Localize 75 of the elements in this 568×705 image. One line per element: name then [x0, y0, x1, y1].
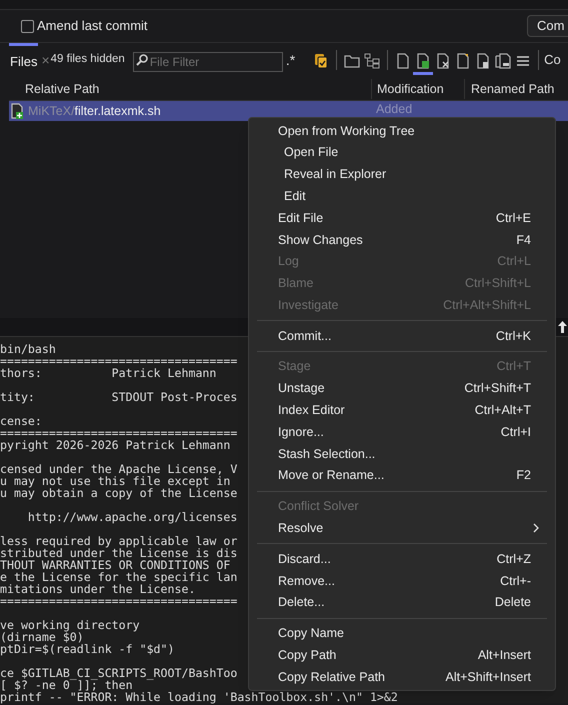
- shortcut-label: Ctrl+L: [497, 253, 531, 270]
- column-header[interactable]: Modification: [371, 78, 464, 98]
- menu-item[interactable]: Delete... Delete: [249, 592, 555, 614]
- code-line: censed under the Apache License, V: [0, 463, 238, 475]
- menu-item[interactable]: Remove... Ctrl+-: [249, 570, 555, 592]
- amend-checkbox[interactable]: [21, 20, 34, 32]
- column-header[interactable]: Relative Path: [9, 78, 371, 98]
- code-line: THOUT WARRANTIES OR CONDITIONS OF: [0, 559, 230, 571]
- code-line: ==================================: [0, 595, 238, 607]
- menu-item[interactable]: Edit File Ctrl+E: [249, 207, 555, 229]
- menu-item[interactable]: Ignore... Ctrl+I: [249, 421, 555, 444]
- code-line: mitations under the License.: [0, 583, 196, 595]
- code-line: ce $GITLAB_CI_SCRIPTS_ROOT/BashToo: [0, 667, 238, 679]
- code-line: u may obtain a copy of the License: [0, 487, 238, 499]
- code-line: bin/bash: [0, 343, 56, 355]
- menu-item[interactable]: Copy Relative Path Alt+Shift+Insert: [249, 666, 555, 688]
- code-line: pyright 2026-2026 Patrick Lehmann: [0, 439, 230, 451]
- file-filter-field[interactable]: File Filter: [132, 52, 283, 72]
- menu-item[interactable]: Reveal in Explorer: [249, 164, 555, 186]
- shortcut-label: Ctrl+-: [500, 572, 531, 590]
- menu-item[interactable]: Copy Path Alt+Insert: [249, 644, 555, 666]
- code-line: ptDir=$(readlink -f "$d"): [0, 643, 175, 655]
- amend-label: Amend last commit: [37, 17, 148, 36]
- menu-item[interactable]: Discard... Ctrl+Z: [249, 548, 555, 570]
- shortcut-label: Ctrl+I: [500, 424, 531, 441]
- shortcut-label: Ctrl+Alt+Shift+L: [443, 296, 531, 314]
- close-button[interactable]: ×: [41, 50, 50, 70]
- menu-item[interactable]: Open from Working Tree: [249, 120, 555, 142]
- shortcut-label: Delete: [494, 594, 531, 612]
- modification-cell-text: Added: [375, 103, 412, 116]
- code-line: [ $? -ne 0 ]]; then: [0, 679, 133, 691]
- chevron-icon: [533, 523, 539, 534]
- toolbar-label: Co: [544, 51, 561, 70]
- shortcut-label: F4: [516, 232, 531, 248]
- files-tab[interactable]: Files: [9, 43, 38, 77]
- menu-item[interactable]: Index Editor Ctrl+Alt+T: [249, 400, 555, 422]
- shortcut-label: Alt+Insert: [478, 647, 531, 664]
- menu-item[interactable]: Show Changes F4: [249, 228, 555, 251]
- shortcut-label: Ctrl+T: [496, 358, 531, 376]
- shortcut-label: Ctrl+Z: [496, 550, 531, 568]
- shortcut-label: Ctrl+Shift+T: [464, 380, 531, 398]
- menu-item[interactable]: Move or Rename... F2: [249, 464, 555, 487]
- column-header[interactable]: Renamed Path: [464, 78, 568, 98]
- up-arrow-icon[interactable]: [558, 321, 567, 333]
- code-line: tity: STDOUT Post-Proces: [0, 391, 238, 403]
- file-path: MiKTeX/filter.latexmk.sh: [28, 102, 161, 120]
- code-line: http://www.apache.org/licenses: [26, 511, 238, 523]
- code-line: u may not use this file except in: [0, 475, 230, 487]
- code-line: cense:: [0, 415, 42, 427]
- shortcut-label: F2: [516, 467, 531, 484]
- menu-item[interactable]: Stash Selection...: [249, 443, 555, 465]
- shortcut-label: Ctrl+E: [496, 210, 531, 227]
- code-line: ==================================: [0, 427, 238, 439]
- menu-item[interactable]: Commit... Ctrl+K: [249, 325, 555, 347]
- file-added-icon: [11, 103, 24, 119]
- shortcut-label: Ctrl+K: [496, 328, 531, 345]
- menu-item[interactable]: Copy Name: [249, 622, 555, 645]
- code-line: less required by applicable law or: [0, 535, 238, 547]
- shortcut-label: Ctrl+Shift+L: [464, 275, 531, 292]
- hidden-files-count: 49 files hidden: [50, 52, 125, 68]
- commit-button[interactable]: Com: [527, 15, 568, 37]
- code-line: ==================================: [0, 355, 238, 367]
- code-line: (dirname $0): [0, 631, 84, 643]
- menu-item[interactable]: Resolve: [249, 518, 555, 540]
- regex-toggle[interactable]: .*: [286, 50, 296, 70]
- code-line: stributed under the License is dis: [0, 547, 238, 559]
- code-line: printf -- "ERROR: While loading 'BashToolbox.sh'.\n" 1>&2: [0, 691, 398, 703]
- menu-item[interactable]: Open File: [249, 142, 555, 164]
- shortcut-label: Ctrl+Alt+T: [474, 402, 531, 420]
- code-line: ve working directory: [0, 619, 140, 631]
- code-line: e the License for the specific lan: [0, 571, 238, 583]
- menu-item[interactable]: Unstage Ctrl+Shift+T: [249, 378, 555, 400]
- shortcut-label: Alt+Shift+Insert: [446, 668, 531, 686]
- code-line: thors: Patrick Lehmann: [0, 367, 216, 379]
- menu-item[interactable]: Edit: [249, 185, 555, 208]
